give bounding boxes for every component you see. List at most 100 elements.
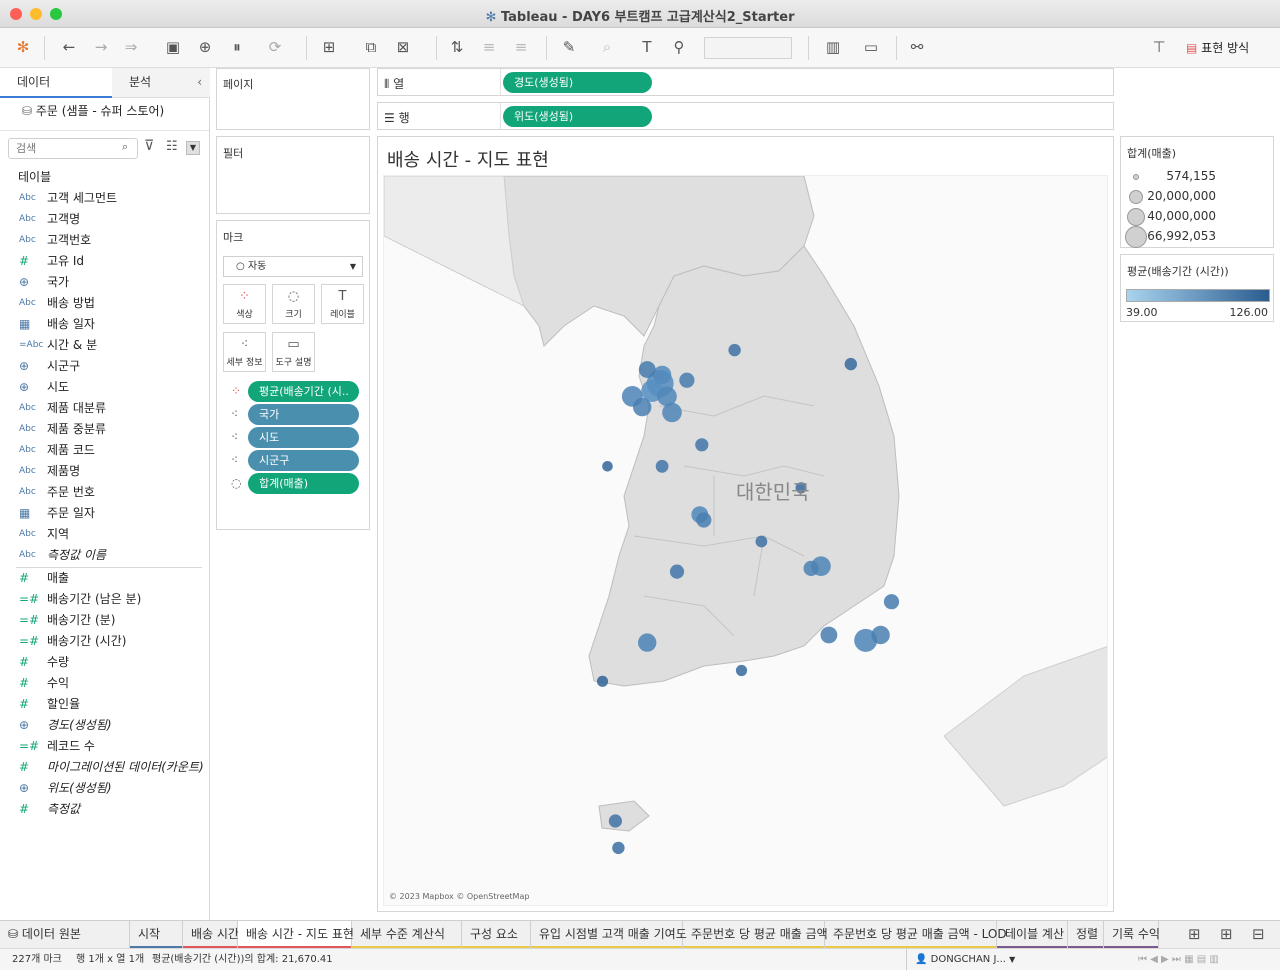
mark-pill[interactable]: 합계(매출)	[248, 473, 359, 494]
sheet-tab[interactable]: 세부 수준 계산식	[352, 921, 462, 949]
map-point[interactable]	[695, 438, 709, 452]
columns-shelf[interactable]: ⦀ 열 경도(생성됨)	[377, 68, 1114, 96]
undo-icon[interactable]: ←	[58, 36, 80, 58]
duplicate-sheet-icon[interactable]: ⧉	[360, 36, 382, 58]
tab-navigation[interactable]: ⏮ ◀ ▶ ⏭ ▦ ▤ ▥	[1138, 949, 1219, 970]
save-icon[interactable]: ▣	[162, 36, 184, 58]
datasource-item[interactable]: ⛁ 주문 (샘플 - 슈퍼 스토어)	[22, 102, 164, 119]
map-point[interactable]	[820, 626, 838, 644]
highlight-icon[interactable]: ✎	[558, 36, 580, 58]
pause-updates-icon[interactable]: ⏸	[226, 36, 248, 58]
map-point[interactable]	[633, 397, 652, 417]
field-item[interactable]: ⊕ 위도(생성됨)	[0, 778, 208, 799]
new-worksheet-icon[interactable]: ⊞	[318, 36, 340, 58]
field-item[interactable]: Abc 고객명	[0, 209, 208, 230]
collapse-icon[interactable]: ‹	[197, 68, 202, 96]
sheet-tab[interactable]: 테이블 계산	[997, 921, 1068, 949]
map-point[interactable]	[803, 560, 819, 576]
map-point[interactable]	[679, 372, 695, 388]
sheet-tab[interactable]: 구성 요소	[462, 921, 531, 949]
map-point[interactable]	[596, 675, 609, 687]
field-item[interactable]: ⊕ 국가	[0, 272, 208, 293]
label-button[interactable]: T 레이블	[321, 284, 364, 324]
map-point[interactable]	[844, 357, 857, 371]
field-item[interactable]: # 수익	[0, 673, 208, 694]
new-datasource-icon[interactable]: ⊕	[194, 36, 216, 58]
rows-pill-latitude[interactable]: 위도(생성됨)	[503, 106, 652, 127]
map-point[interactable]	[871, 625, 890, 645]
share-icon[interactable]: ⚯	[906, 36, 928, 58]
map-point[interactable]	[728, 343, 741, 357]
new-dashboard-tab-icon[interactable]: ⊞	[1220, 925, 1233, 943]
field-item[interactable]: =# 레코드 수	[0, 736, 208, 757]
field-item[interactable]: Abc 주문 번호	[0, 482, 208, 503]
filters-shelf[interactable]: 필터	[216, 136, 370, 214]
field-item[interactable]: # 할인율	[0, 694, 208, 715]
map-point[interactable]	[662, 402, 682, 423]
field-item[interactable]: # 수량	[0, 652, 208, 673]
pin-icon[interactable]: ⚲	[668, 36, 690, 58]
sheet-tab[interactable]: 배송 시간	[183, 921, 239, 949]
columns-pill-longitude[interactable]: 경도(생성됨)	[503, 72, 652, 93]
field-item[interactable]: # 매출	[0, 568, 208, 589]
mark-pill[interactable]: 시군구	[248, 450, 359, 471]
field-item[interactable]: =# 배송기간 (분)	[0, 610, 208, 631]
field-item[interactable]: Abc 배송 방법	[0, 293, 208, 314]
sheet-tab[interactable]: 주문번호 당 평균 매출 금액	[683, 921, 828, 949]
map-point[interactable]	[696, 512, 712, 528]
field-item[interactable]: # 마이그레이션된 데이터(카운트)	[0, 757, 208, 778]
tooltip-button[interactable]: ▭ 도구 설명	[272, 332, 315, 372]
color-button[interactable]: ⁘ 색상	[223, 284, 266, 324]
field-item[interactable]: Abc 측정값 이름	[0, 545, 208, 566]
map-point[interactable]	[638, 633, 657, 652]
fit-dropdown[interactable]	[704, 37, 792, 59]
group-icon[interactable]: ⌕	[596, 36, 618, 58]
mark-type-dropdown[interactable]: ○ 자동 ▼	[223, 256, 363, 277]
mark-pill[interactable]: 국가	[248, 404, 359, 425]
rows-shelf[interactable]: ☰ 행 위도(생성됨)	[377, 102, 1114, 130]
tab-analysis[interactable]: 분석 ‹	[112, 68, 210, 98]
map-point[interactable]	[638, 361, 656, 378]
field-item[interactable]: =# 배송기간 (시간)	[0, 631, 208, 652]
show-cards-icon[interactable]: ▥	[822, 36, 844, 58]
presentation-mode-icon[interactable]: ▭	[860, 36, 882, 58]
sort-ascending-icon[interactable]: ≡	[478, 36, 500, 58]
map-point[interactable]	[883, 594, 900, 610]
field-item[interactable]: Abc 제품 중분류	[0, 419, 208, 440]
field-item[interactable]: Abc 제품 대분류	[0, 398, 208, 419]
refresh-icon[interactable]: ⟳	[264, 36, 286, 58]
field-item[interactable]: Abc 고객번호	[0, 230, 208, 251]
swap-icon[interactable]: ⇅	[446, 36, 468, 58]
field-item[interactable]: Abc 지역	[0, 524, 208, 545]
new-story-tab-icon[interactable]: ⊟	[1252, 925, 1265, 943]
map-point[interactable]	[655, 459, 669, 473]
field-item[interactable]: =# 배송기간 (남은 분)	[0, 589, 208, 610]
sheet-tab[interactable]: 주문번호 당 평균 매출 금액 - LOD	[825, 921, 1007, 949]
dropdown-arrow-icon[interactable]: ▼	[186, 141, 200, 155]
field-item[interactable]: # 고유 Id	[0, 251, 208, 272]
size-button[interactable]: ◌ 크기	[272, 284, 315, 324]
tab-datasource[interactable]: ⛁ 데이터 원본	[0, 921, 130, 949]
map-canvas[interactable]	[384, 176, 1108, 906]
size-legend[interactable]: 합계(매출) 574,155 20,000,000 40,000,000 66,992…	[1120, 136, 1274, 248]
sheet-tab[interactable]: 기록 수익	[1104, 921, 1160, 949]
sheet-tab[interactable]: 정렬	[1068, 921, 1104, 949]
clear-sheet-icon[interactable]: ⊠	[392, 36, 414, 58]
sheet-tab[interactable]: 배송 시간 - 지도 표현	[238, 921, 354, 949]
redo-icon[interactable]: →	[90, 36, 112, 58]
map-area[interactable]: 대한민국 © 2023 Mapbox © OpenStreetMap	[383, 175, 1108, 906]
field-item[interactable]: =Abc 시간 & 분	[0, 335, 208, 356]
field-item[interactable]: # 측정값	[0, 799, 208, 820]
field-item[interactable]: Abc 고객 세그먼트	[0, 188, 208, 209]
replay-icon[interactable]: ⇒	[120, 36, 142, 58]
pointer-icon[interactable]: ⊤	[1148, 36, 1170, 58]
search-input[interactable]	[8, 138, 138, 159]
show-me-button[interactable]: ▤ 표현 방식	[1186, 39, 1249, 56]
sheet-tab[interactable]: 시작	[130, 921, 183, 949]
color-legend[interactable]: 평균(배송기간 (시간)) 39.00 126.00	[1120, 254, 1274, 322]
sheet-tab[interactable]: 유입 시점별 고객 매출 기여도	[531, 921, 687, 949]
labels-icon[interactable]: T	[636, 36, 658, 58]
field-item[interactable]: ▦ 주문 일자	[0, 503, 208, 524]
user-menu[interactable]: 👤 DONGCHAN J... ▼	[906, 949, 1032, 970]
detail-button[interactable]: ⁖ 세부 정보	[223, 332, 266, 372]
